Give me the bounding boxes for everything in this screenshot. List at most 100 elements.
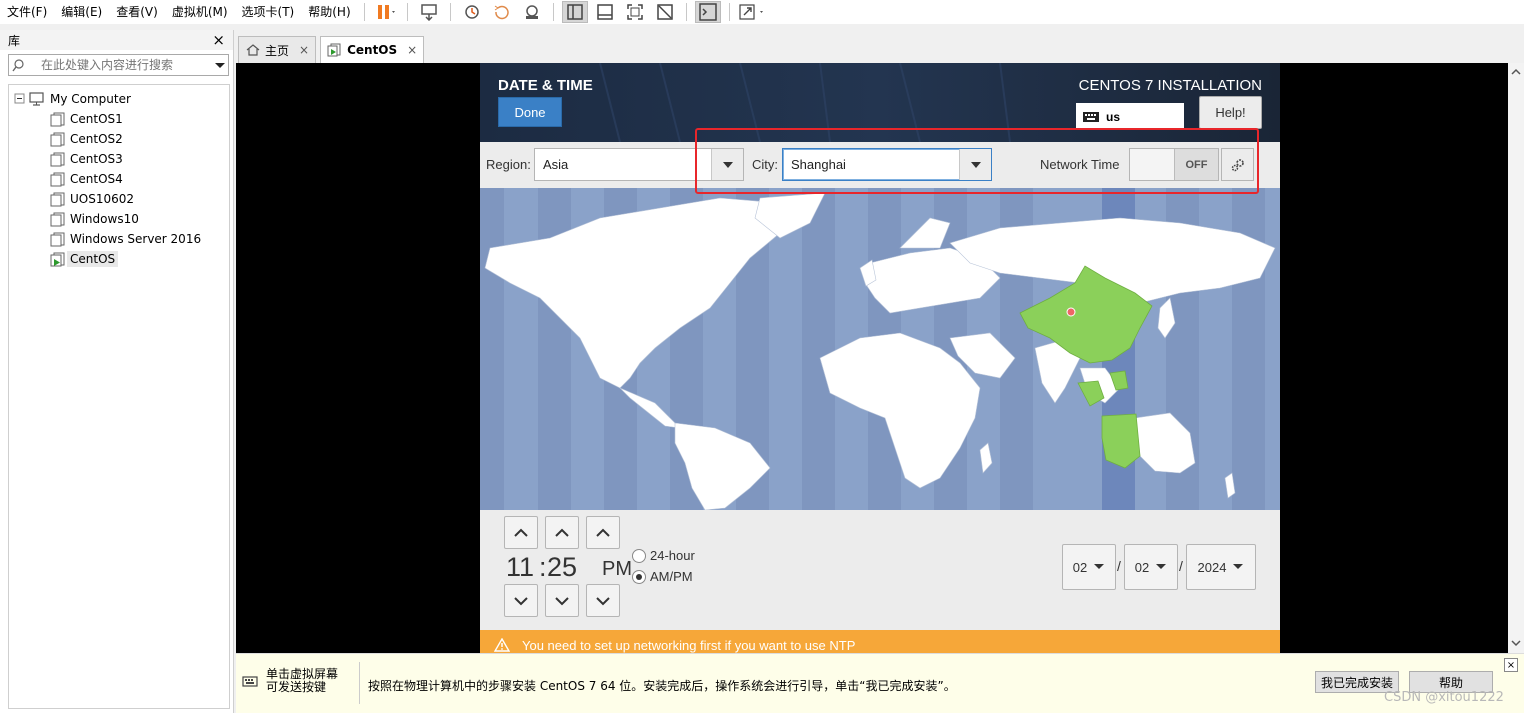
install-hint-message: 按照在物理计算机中的步骤安装 CentOS 7 64 位。安装完成后，操作系统会… (368, 679, 956, 693)
thumbnail-view-icon (596, 4, 613, 20)
vertical-scrollbar[interactable] (1508, 63, 1524, 653)
month-combo[interactable]: 02 (1062, 544, 1116, 590)
vm-console[interactable]: DATE & TIME Done CENTOS 7 INSTALLATION u… (236, 63, 1508, 653)
computer-icon (29, 92, 44, 106)
tree-item-vm[interactable]: CentOS1 (9, 109, 229, 129)
tree-item-vm[interactable]: CentOS4 (9, 169, 229, 189)
minute-down-button[interactable] (545, 584, 579, 617)
snapshot-manager-icon (525, 5, 538, 19)
ampm-up-button[interactable] (586, 516, 620, 549)
snapshot-button[interactable] (459, 1, 485, 23)
show-thumbnail-button[interactable] (592, 1, 618, 23)
tab-centos[interactable]: CentOS × (320, 36, 425, 63)
tree-root-my-computer[interactable]: My Computer (9, 89, 229, 109)
scrollbar-track (1511, 68, 1521, 647)
stretch-guest-button[interactable] (738, 1, 764, 23)
chevron-down-icon (1156, 564, 1167, 569)
tab-home[interactable]: 主页 × (238, 36, 317, 63)
minute-up-button[interactable] (545, 516, 579, 549)
home-icon (246, 44, 260, 56)
menu-edit[interactable]: 编辑(E) (54, 2, 109, 22)
done-button[interactable]: Done (498, 97, 562, 127)
menu-help[interactable]: 帮助(H) (301, 2, 357, 22)
year-value: 2024 (1197, 559, 1227, 575)
pause-icon (377, 5, 395, 19)
tree-item-vm[interactable]: Windows Server 2016 (9, 229, 229, 249)
toolbar-separator (728, 3, 730, 21)
ampm-value: PM (602, 558, 632, 580)
library-search-input[interactable] (29, 58, 212, 72)
collapse-icon[interactable] (13, 92, 27, 106)
chevron-up-icon (555, 528, 569, 537)
chevron-down-icon[interactable] (212, 57, 228, 73)
library-tree: My Computer CentOS1 CentOS2 CentOS3 Cent… (8, 84, 230, 709)
suspend-button[interactable] (373, 1, 399, 23)
tab-close-button[interactable]: × (407, 43, 417, 57)
tree-item-vm-selected[interactable]: CentOS (9, 249, 229, 269)
send-ctrl-alt-del-button[interactable] (416, 1, 442, 23)
warning-text: You need to set up networking first if y… (522, 638, 856, 653)
unity-button[interactable] (652, 1, 678, 23)
revert-snapshot-button[interactable] (489, 1, 515, 23)
snapshot-manager-button[interactable] (519, 1, 545, 23)
keyboard-layout-label: us (1106, 109, 1121, 124)
date-separator: / (1117, 558, 1121, 574)
tree-item-vm[interactable]: UOS10602 (9, 189, 229, 209)
library-close-button[interactable]: × (212, 31, 225, 49)
format-ampm-label: AM/PM (650, 569, 693, 584)
ampm-down-button[interactable] (586, 584, 620, 617)
console-view-button[interactable] (694, 1, 721, 23)
tree-item-vm[interactable]: CentOS3 (9, 149, 229, 169)
vm-icon (50, 112, 65, 127)
year-combo[interactable]: 2024 (1186, 544, 1256, 590)
menu-file[interactable]: 文件(F) (0, 2, 54, 22)
tree-item-vm[interactable]: Windows10 (9, 209, 229, 229)
toolbar-separator (363, 3, 365, 21)
chevron-down-icon (555, 596, 569, 605)
library-search-box[interactable] (8, 54, 229, 76)
region-value: Asia (543, 157, 569, 172)
vm-icon (50, 172, 65, 187)
format-24h-option[interactable]: 24-hour (632, 548, 695, 563)
timezone-map[interactable] (480, 188, 1280, 510)
month-value: 02 (1072, 559, 1088, 575)
menu-vm[interactable]: 虚拟机(M) (165, 2, 235, 22)
day-combo[interactable]: 02 (1124, 544, 1178, 590)
hour-up-button[interactable] (504, 516, 538, 549)
tree-label: UOS10602 (70, 192, 135, 206)
toolbar-separator (449, 3, 451, 21)
region-label: Region: (486, 157, 531, 172)
radio-ampm[interactable] (632, 569, 646, 584)
time-date-controls: 11 : 25 PM 24-hour AM/PM 02 / 02 / 2024 (480, 510, 1280, 630)
tree-label: CentOS1 (70, 112, 123, 126)
toolbar-separator (685, 3, 687, 21)
tree-label: CentOS2 (70, 132, 123, 146)
help-button[interactable]: Help! (1199, 96, 1262, 129)
watermark: CSDN @xitou1222 (1384, 690, 1504, 705)
hint-close-button[interactable]: × (1504, 658, 1518, 672)
send-keys-hint[interactable]: 单击虚拟屏幕 可发送按键 (242, 668, 338, 694)
tab-label: 主页 (265, 43, 290, 58)
library-panel: 库 × My Computer CentOS1 CentOS2 (0, 30, 234, 713)
toolbar-separator (406, 3, 408, 21)
terminal-icon (698, 3, 717, 21)
send-keys-text: 单击虚拟屏幕 可发送按键 (266, 668, 338, 694)
page-title: DATE & TIME (498, 77, 593, 94)
tree-item-vm[interactable]: CentOS2 (9, 129, 229, 149)
menu-tabs[interactable]: 选项卡(T) (235, 2, 302, 22)
tree-label: My Computer (50, 92, 131, 106)
hint-divider (359, 662, 360, 704)
hour-down-button[interactable] (504, 584, 538, 617)
full-screen-button[interactable] (622, 1, 648, 23)
radio-24h[interactable] (632, 548, 646, 563)
format-ampm-option[interactable]: AM/PM (632, 569, 693, 584)
tab-close-button[interactable]: × (299, 43, 309, 57)
show-library-button[interactable] (561, 1, 588, 23)
tree-label: CentOS4 (70, 172, 123, 186)
tab-label: CentOS (347, 43, 398, 57)
menu-view[interactable]: 查看(V) (109, 2, 165, 22)
keyboard-layout-indicator[interactable]: us (1076, 103, 1184, 130)
format-24h-label: 24-hour (650, 548, 695, 563)
vm-icon (50, 212, 65, 227)
library-view-icon (566, 4, 583, 20)
